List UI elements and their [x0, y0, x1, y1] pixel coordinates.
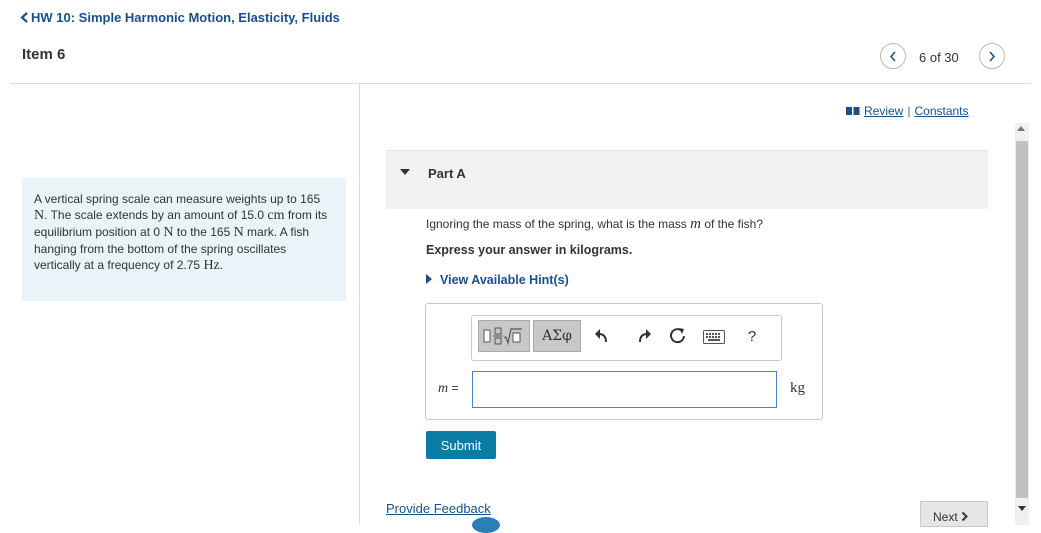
redo-icon: [639, 329, 651, 343]
scroll-down-icon[interactable]: [1018, 506, 1026, 511]
constants-link[interactable]: Constants: [914, 104, 968, 118]
part-title: Part A: [428, 166, 466, 181]
question-post: of the fish?: [700, 217, 764, 231]
assignment-back-link[interactable]: HW 10: Simple Harmonic Motion, Elasticit…: [20, 10, 340, 25]
assignment-title: HW 10: Simple Harmonic Motion, Elasticit…: [31, 10, 340, 25]
help-badge-icon[interactable]: [472, 517, 500, 533]
book-icon: [846, 107, 860, 115]
unit-cm: cm: [267, 208, 285, 223]
chevron-left-icon: [20, 12, 28, 23]
submit-button[interactable]: Submit: [426, 431, 496, 459]
problem-text: to the 165: [173, 225, 234, 239]
unit-newton: N: [34, 208, 45, 223]
answer-unit: kg: [790, 380, 805, 396]
reset-icon: [670, 328, 685, 344]
item-title: Item 6: [22, 46, 66, 63]
previous-item-button[interactable]: [880, 43, 906, 69]
help-button[interactable]: ?: [745, 326, 759, 346]
part-header[interactable]: [386, 150, 988, 209]
chevron-right-icon: [961, 511, 968, 522]
question-variable: m: [690, 216, 701, 232]
header-divider: [10, 83, 1031, 84]
answer-variable-label: m =: [438, 381, 458, 397]
panel-divider: [359, 84, 360, 525]
answer-variable: m: [438, 381, 449, 396]
problem-text: . The scale extends by an amount of 15.0: [44, 208, 268, 222]
view-hints-toggle[interactable]: View Available Hint(s): [426, 273, 569, 287]
unit-hz: Hz: [203, 258, 220, 273]
problem-text: .: [219, 258, 224, 272]
reset-button[interactable]: [668, 326, 688, 346]
keyboard-icon: [703, 330, 725, 344]
unit-newton: N: [233, 225, 244, 240]
next-item-button[interactable]: [979, 43, 1005, 69]
question-text: Ignoring the mass of the spring, what is…: [426, 216, 763, 233]
item-pager: 6 of 30: [919, 50, 959, 65]
redo-button[interactable]: [634, 326, 654, 346]
templates-icon: [483, 327, 522, 346]
problem-text: A vertical spring scale can measure weig…: [34, 192, 321, 206]
scroll-up-icon[interactable]: [1017, 126, 1025, 131]
caret-down-icon[interactable]: [400, 169, 410, 175]
next-label: Next: [933, 510, 958, 524]
next-button[interactable]: Next: [920, 501, 988, 527]
provide-feedback-link[interactable]: Provide Feedback: [386, 501, 491, 516]
review-link[interactable]: Review: [864, 104, 903, 118]
resource-links: Review | Constants: [846, 104, 969, 118]
answer-instruction: Express your answer in kilograms.: [426, 243, 633, 257]
keyboard-button[interactable]: [703, 330, 725, 344]
link-separator: |: [907, 104, 911, 118]
greek-symbols-label: ΑΣφ: [542, 328, 572, 344]
unit-newton: N: [163, 225, 174, 240]
chevron-left-icon: [889, 50, 896, 62]
caret-right-icon: [426, 274, 432, 284]
chevron-right-icon: [989, 50, 996, 62]
scrollbar-thumb[interactable]: [1016, 141, 1028, 498]
templates-button[interactable]: [478, 320, 530, 352]
question-pre: Ignoring the mass of the spring, what is…: [426, 217, 691, 231]
help-icon: ?: [747, 327, 757, 345]
problem-statement: A vertical spring scale can measure weig…: [22, 178, 346, 301]
answer-input[interactable]: [472, 371, 777, 408]
greek-symbols-button[interactable]: ΑΣφ: [533, 320, 581, 352]
undo-icon: [595, 329, 607, 343]
hints-label: View Available Hint(s): [440, 273, 569, 287]
equals-sign: =: [448, 381, 459, 395]
undo-button[interactable]: [592, 326, 612, 346]
